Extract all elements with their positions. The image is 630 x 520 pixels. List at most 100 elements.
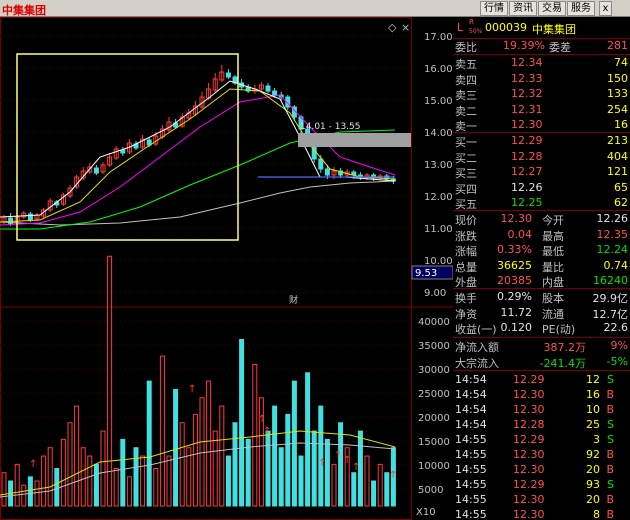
sell-volume: 16: [614, 118, 628, 131]
volume-bar: [153, 468, 159, 507]
company-stat-label: 收益(一): [455, 323, 497, 336]
volume-bar: [252, 363, 258, 507]
kline-chart[interactable]: 17.00 16.00 15.00 14.00 13.00 12.00 11.00 10.00…: [0, 17, 453, 520]
stat-row: 总量 36625 量比 0.74: [453, 259, 630, 274]
tick-volume: 3: [593, 433, 600, 446]
finance-marker[interactable]: 财: [289, 294, 298, 306]
volume-tick-label: 15000: [418, 437, 450, 448]
price-tick-label: 10.00: [424, 256, 453, 267]
tick-time: 14:55: [455, 433, 487, 446]
tick-volume: 93: [586, 478, 600, 491]
volume-tick-label: 35000: [418, 341, 450, 352]
fund-flow-row: 大宗流入 -241.4万 -5%: [453, 355, 630, 370]
candle-body: [93, 167, 99, 174]
company-stat-label: 净资: [455, 307, 477, 321]
volume-bar: [338, 422, 344, 507]
sell-order-row: 卖五 12.34 74: [453, 56, 630, 71]
tick-side: S: [607, 478, 614, 491]
buy-price: 12.25: [511, 196, 543, 209]
title-bar: 中集集团 行情 资讯 交易 服务 x: [0, 0, 630, 17]
up-arrow-icon: ↑: [318, 458, 326, 469]
volume-tick-label: 20000: [418, 413, 450, 424]
ma5-line: [0, 80, 396, 218]
volume-bar: [285, 413, 291, 507]
up-arrow-icon: ↑: [352, 462, 360, 473]
quotes-button[interactable]: 行情: [480, 1, 508, 16]
volume-bar: [60, 438, 66, 507]
sell-order-row: 卖四 12.33 150: [453, 72, 630, 87]
stat-label: 最高: [542, 229, 564, 243]
stat-row: 外盘 20385 内盘 16240: [453, 274, 630, 289]
news-button[interactable]: 资讯: [509, 1, 537, 16]
volume-bar: [107, 255, 113, 507]
fund-flow-value: -241.4万: [539, 356, 586, 370]
company-stat-row: 换手 0.29% 股本 29.9亿: [453, 290, 630, 305]
divider: [453, 54, 630, 55]
stock-code: 000039: [485, 21, 527, 34]
tick-price: 12.30: [513, 463, 545, 476]
tick-time: 14:54: [455, 418, 487, 431]
company-stat-value: 0.29%: [497, 290, 532, 303]
close-button[interactable]: x: [599, 1, 612, 16]
divider: [453, 337, 630, 338]
price-axis: 17.00 16.00 15.00 14.00 13.00 12.00 11.00 10.00…: [424, 32, 453, 299]
buy-order-row: 买二 12.28 404: [453, 150, 630, 165]
tick-row: 14:54 12.28 25 S: [453, 418, 630, 433]
sell-price: 12.31: [511, 102, 543, 116]
buy-level-label: 买一: [455, 136, 477, 149]
tick-price: 12.30: [513, 493, 545, 506]
volume-tick-label: 40000: [418, 317, 450, 328]
volume-bar: [120, 438, 126, 507]
stat-value: 12.26: [596, 212, 629, 225]
up-arrow-icon: ↑: [258, 414, 266, 425]
fund-flow-pct: -5%: [606, 354, 628, 368]
fund-flow-label: 净流入额: [455, 341, 499, 354]
sell-level-label: 卖三: [455, 89, 477, 102]
company-stat-value: 0.120: [500, 321, 533, 334]
price-tick-label: 12.00: [424, 192, 453, 203]
tick-price: 12.30: [513, 388, 545, 401]
candle-body: [120, 149, 126, 154]
tick-time: 14:54: [455, 373, 487, 386]
price-tick-label: 11.00: [424, 224, 453, 235]
stat-label: 今开: [542, 214, 564, 227]
weibi-label: 委比: [455, 41, 477, 54]
tick-volume: 12: [586, 373, 600, 386]
up-arrow-icon: ↑: [188, 384, 196, 395]
price-tick-label: 9.00: [424, 288, 446, 299]
stat-row: 涨幅 0.33% 最低 12.24: [453, 243, 630, 258]
company-stat-value: 22.6: [603, 321, 629, 334]
volume-bar: [225, 455, 231, 507]
stat-label: 最低: [542, 245, 564, 258]
close-x-icon[interactable]: ×: [401, 21, 410, 34]
price-tick-label: 13.00: [424, 160, 453, 171]
company-stat-label: 流通: [542, 307, 564, 321]
volume-bar: [371, 480, 377, 507]
volume-bar: [74, 405, 80, 507]
buy-volume: 213: [607, 134, 628, 147]
buy-volume: 121: [607, 165, 628, 178]
stat-value: 16240: [593, 274, 628, 287]
volume-bar: [298, 455, 304, 507]
tick-time: 14:54: [455, 388, 487, 401]
volume-tick-label: 30000: [418, 365, 450, 376]
buy-price: 12.29: [511, 134, 543, 147]
tick-time: 14:55: [455, 448, 487, 461]
tick-row: 14:54 12.29 12 S: [453, 373, 630, 388]
up-arrow-icon: ↑: [263, 426, 271, 437]
volume-tick-label: 25000: [418, 389, 450, 400]
trade-button[interactable]: 交易: [538, 1, 566, 16]
stat-row: 涨跌 0.04 最高 12.35: [453, 228, 630, 243]
fund-flow-value: 387.2万: [543, 341, 587, 354]
volume-bar: [113, 468, 119, 507]
service-button[interactable]: 服务: [567, 1, 595, 16]
volume-bar: [133, 447, 139, 507]
volume-bar: [126, 476, 132, 507]
volume-bar: [173, 388, 179, 507]
tick-row: 14:54 12.30 16 B: [453, 388, 630, 403]
buy-level-label: 买四: [455, 182, 477, 196]
buy-order-row: 买五 12.25 62: [453, 196, 630, 211]
diamond-icon[interactable]: ◇: [388, 21, 397, 34]
volume-bar: [206, 380, 212, 507]
volume-bar: [146, 380, 152, 507]
